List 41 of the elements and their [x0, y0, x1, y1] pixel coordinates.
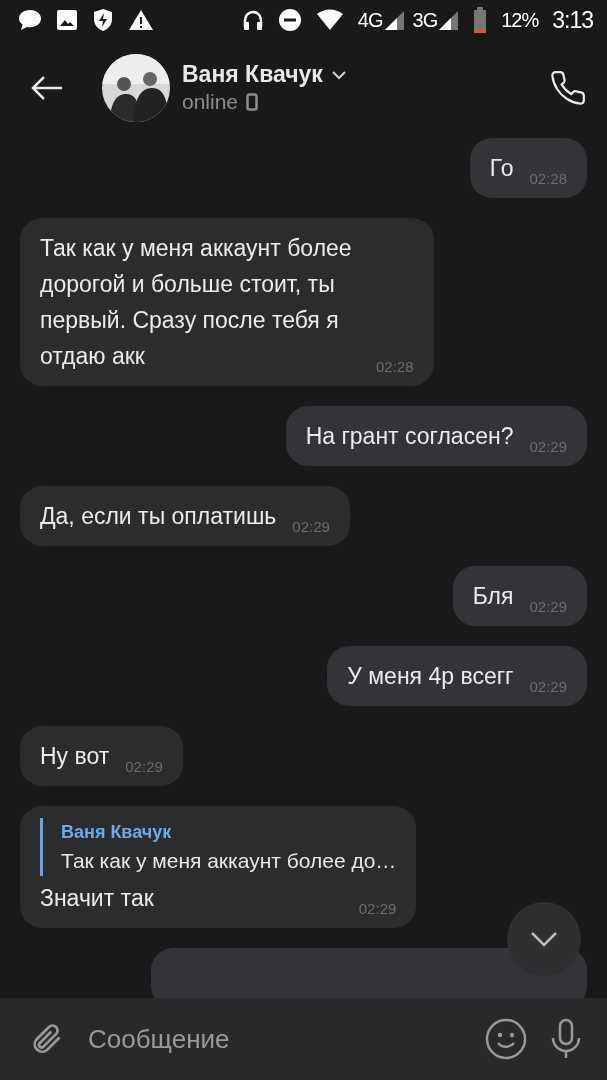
back-button[interactable]: [30, 74, 64, 101]
message-text: Го: [489, 154, 514, 183]
message-text: Ну вот: [40, 742, 110, 771]
warning-icon: [128, 9, 154, 31]
message-text: На грант согласен?: [305, 422, 514, 451]
message-time: 02:29: [529, 597, 567, 617]
message-time: 02:28: [529, 169, 567, 189]
microphone-button[interactable]: [549, 1018, 583, 1060]
phone-device-icon: [246, 93, 259, 111]
message-text: У меня 4р всегг: [347, 662, 514, 691]
battery-percent: 12%: [501, 8, 539, 32]
signal-icon: [384, 10, 405, 30]
message-text: Так как у меня аккаунт более дорогой и больше стоит, ты первый. Сразу после тебя я отдаю акк: [40, 234, 353, 371]
reply-text: Так как у меня аккаунт более до…: [61, 848, 397, 874]
clock-time: 3:13: [552, 6, 593, 34]
network-label: 4G: [357, 8, 383, 32]
contact-name[interactable]: Ваня Квачук: [182, 61, 323, 88]
message-time: 02:29: [292, 517, 330, 537]
do-not-disturb-icon: [277, 8, 302, 32]
wifi-icon: [315, 9, 344, 31]
chevron-down-icon: [530, 931, 558, 947]
network-label: 3G: [412, 8, 438, 32]
message-time: 02:29: [529, 677, 567, 697]
call-button[interactable]: [549, 68, 587, 107]
chevron-down-icon[interactable]: [330, 69, 347, 80]
signal-icon: [439, 10, 460, 30]
message-time: 02:28: [376, 357, 414, 377]
message-time: 02:29: [529, 437, 567, 457]
message-time: 02:29: [125, 757, 163, 777]
message-text: Да, если ты оплатишь: [40, 502, 277, 531]
chat-icon: [18, 9, 42, 31]
emoji-button[interactable]: [485, 1018, 527, 1060]
message-time: 02:29: [358, 899, 397, 919]
image-icon: [56, 9, 78, 31]
battery-icon: [473, 7, 488, 33]
reply-author: Ваня Квачук: [61, 821, 173, 844]
headphones-icon: [241, 9, 264, 31]
shield-icon: [92, 8, 114, 32]
message-text: Бля: [472, 582, 514, 611]
online-status: online: [182, 90, 239, 114]
message-text: Значит так: [40, 884, 154, 913]
